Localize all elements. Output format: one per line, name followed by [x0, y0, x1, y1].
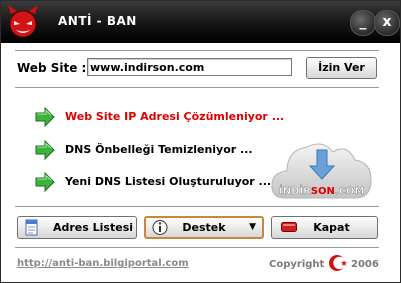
- step-label: Yeni DNS Listesi Oluşturuluyor ...: [65, 175, 272, 188]
- copyright-text: Copyright: [269, 259, 325, 270]
- svg-text:İNDİRSON.COM: İNDİRSON.COM: [279, 183, 365, 197]
- address-list-button[interactable]: Adres Listesi: [17, 216, 137, 239]
- step-label: Web Site IP Adresi Çözümleniyor ...: [65, 110, 285, 123]
- stop-icon: [281, 222, 297, 232]
- devil-logo-icon: [8, 5, 38, 38]
- support-label: Destek: [182, 221, 226, 234]
- chevron-down-icon: ▼: [249, 222, 256, 232]
- green-arrow-icon: [35, 140, 55, 160]
- green-arrow-icon: [35, 107, 55, 127]
- close-button[interactable]: Kapat: [271, 216, 378, 239]
- lower-divider: [15, 206, 379, 208]
- step-label: DNS Önbelleği Temizleniyor ...: [65, 143, 253, 156]
- website-link[interactable]: http://anti-ban.bilgiportal.com: [17, 258, 189, 269]
- minimize-button[interactable]: _: [350, 10, 376, 36]
- info-icon: [152, 220, 168, 235]
- title-bar[interactable]: ANTİ - BAN _ x: [1, 1, 400, 43]
- brand-suffix: .COM: [335, 186, 365, 197]
- top-divider: [15, 50, 379, 52]
- download-cloud-logo: İNDİRSON.COM: [271, 143, 372, 199]
- website-input[interactable]: [87, 58, 292, 76]
- app-window: ANTİ - BAN _ x Web Site : İzin Ver Web S…: [0, 0, 401, 283]
- website-label: Web Site :: [17, 61, 87, 75]
- close-label: Kapat: [313, 221, 350, 234]
- footer-divider: [15, 247, 379, 249]
- brand-highlight: SON: [311, 186, 335, 197]
- green-arrow-icon: [35, 172, 55, 192]
- copyright-year: 2006: [351, 259, 379, 270]
- address-list-label: Adres Listesi: [53, 221, 134, 234]
- app-title: ANTİ - BAN: [58, 14, 137, 28]
- close-window-button[interactable]: x: [374, 10, 400, 36]
- document-icon: [25, 219, 38, 236]
- crescent-star-icon: [329, 255, 348, 271]
- support-dropdown-button[interactable]: Destek ▼: [144, 216, 264, 239]
- allow-button[interactable]: İzin Ver: [306, 57, 377, 79]
- brand-prefix: İNDİR: [279, 183, 311, 197]
- middle-divider: [15, 87, 379, 89]
